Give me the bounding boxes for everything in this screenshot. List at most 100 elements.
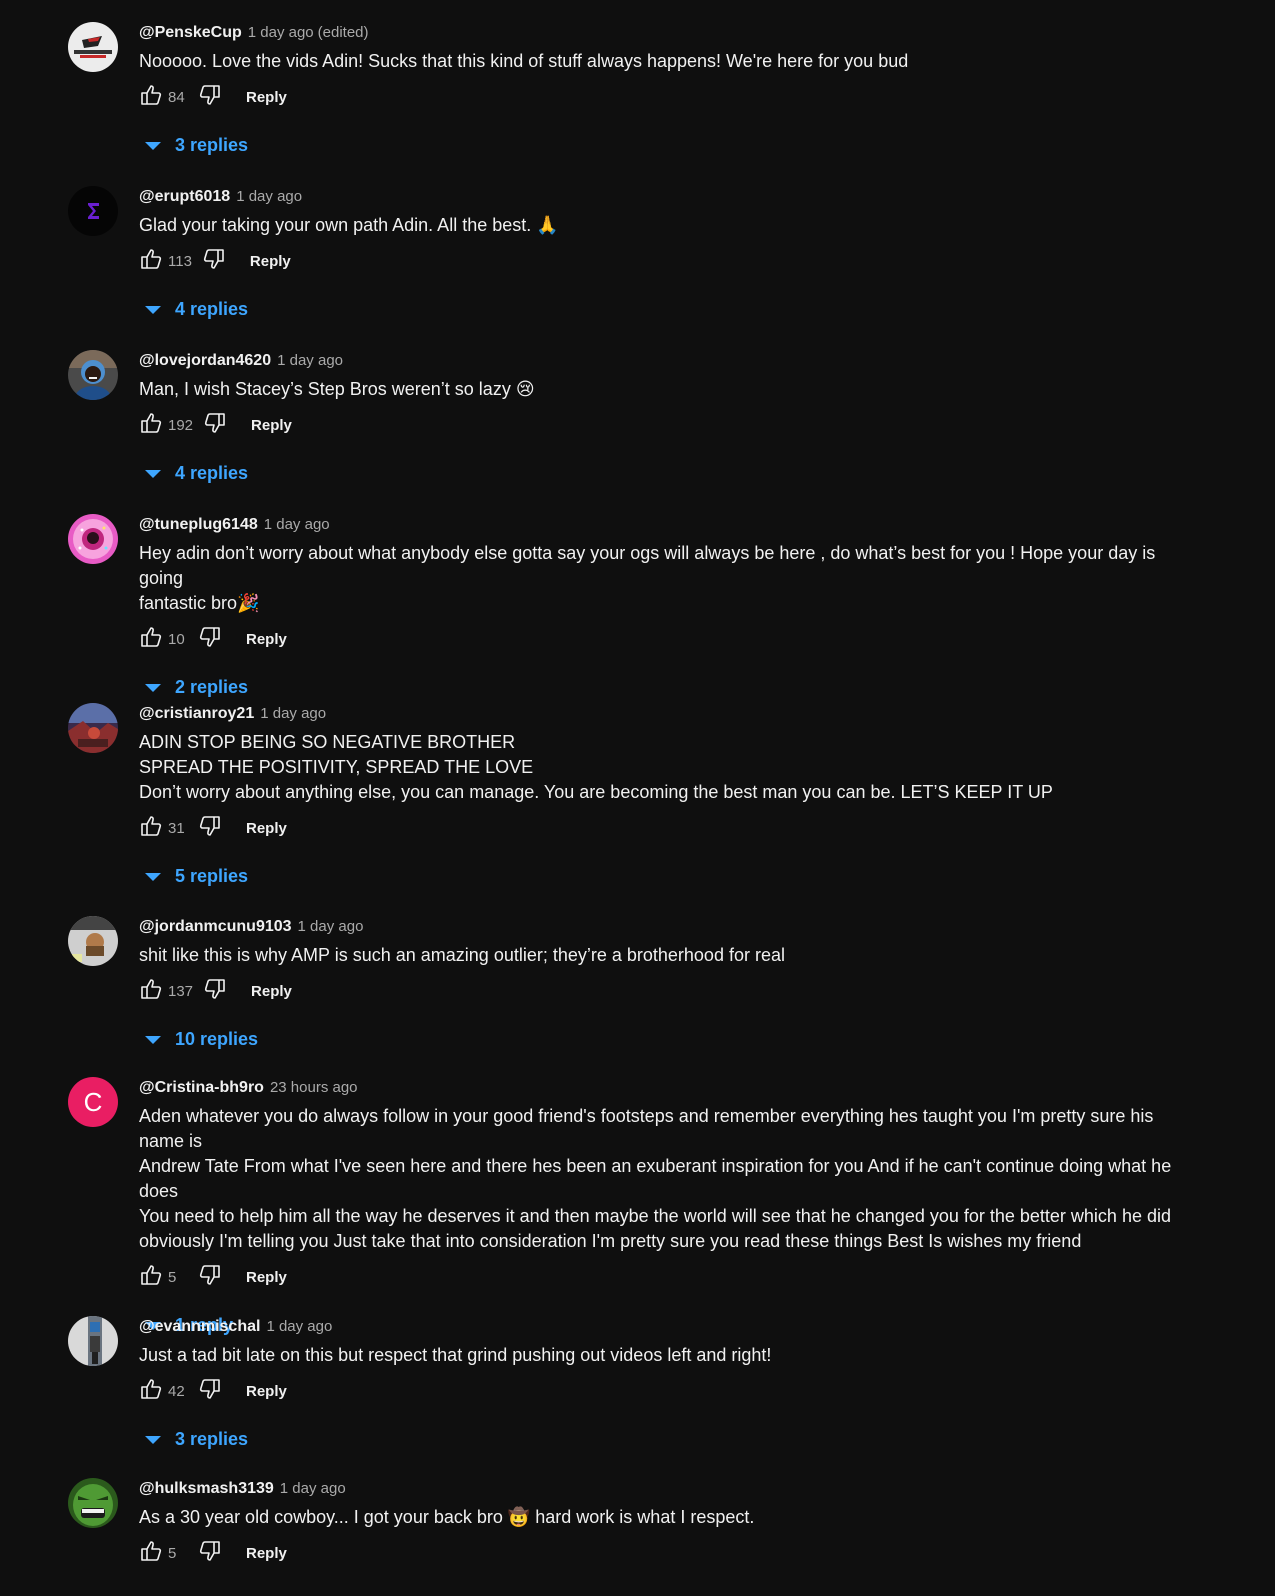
like-button[interactable] — [135, 623, 167, 655]
chevron-down-icon — [145, 1036, 161, 1044]
reply-button[interactable]: Reply — [246, 1539, 287, 1568]
dislike-button[interactable] — [194, 812, 226, 844]
reply-button[interactable]: Reply — [246, 625, 287, 654]
comment-header: @Cristina-bh9ro 23 hours ago — [139, 1077, 1199, 1099]
avatar[interactable] — [68, 350, 118, 400]
avatar[interactable] — [68, 186, 118, 236]
comment-timestamp[interactable]: 1 day ago — [277, 352, 343, 369]
comment-header: @hulksmash3139 1 day ago — [139, 1478, 1199, 1500]
dislike-button[interactable] — [194, 81, 226, 113]
dislike-button[interactable] — [199, 975, 231, 1007]
comment-timestamp[interactable]: 1 day ago — [260, 705, 326, 722]
reply-button[interactable]: Reply — [246, 1377, 287, 1406]
comment-author[interactable]: @tuneplug6148 — [139, 516, 258, 533]
view-replies-button[interactable]: 5 replies — [145, 862, 1199, 890]
thumbs-up-icon — [139, 411, 163, 440]
comment-timestamp[interactable]: 1 day ago — [280, 1480, 346, 1497]
replies-count-label: 4 replies — [175, 462, 249, 483]
comment-timestamp[interactable]: 1 day ago — [248, 24, 314, 41]
comment-timestamp[interactable]: 1 day ago — [266, 1318, 332, 1335]
thumbs-up-icon — [139, 247, 163, 276]
like-button[interactable] — [135, 1261, 167, 1293]
like-count: 84 — [168, 88, 185, 106]
view-replies-button[interactable]: 4 replies — [145, 295, 1199, 323]
view-replies-button[interactable]: 10 replies — [145, 1025, 1199, 1053]
comment-body: @lovejordan4620 1 day ago Man, I wish Stac… — [139, 350, 1199, 487]
like-button[interactable] — [135, 409, 167, 441]
reply-button[interactable]: Reply — [251, 977, 292, 1006]
comment-timestamp[interactable]: 1 day ago — [236, 188, 302, 205]
like-button[interactable] — [135, 245, 167, 277]
dislike-button[interactable] — [194, 1537, 226, 1569]
thumbs-up-icon — [139, 83, 163, 112]
comment-actions: 137 Reply — [135, 975, 1199, 1007]
like-button[interactable] — [135, 81, 167, 113]
reply-button[interactable]: Reply — [246, 814, 287, 843]
view-replies-button[interactable]: 2 replies — [145, 673, 1199, 701]
like-button[interactable] — [135, 1375, 167, 1407]
dislike-button[interactable] — [199, 409, 231, 441]
chevron-down-icon — [145, 873, 161, 881]
comment-text: Nooooo. Love the vids Adin! Sucks that t… — [139, 49, 1199, 74]
dislike-button[interactable] — [194, 623, 226, 655]
comment-author[interactable]: @hulksmash3139 — [139, 1480, 274, 1497]
thumbs-down-icon — [202, 247, 226, 276]
like-button[interactable] — [135, 1537, 167, 1569]
comment-actions: 42 Reply — [135, 1375, 1199, 1407]
comment-actions: 113 Reply — [135, 245, 1199, 277]
like-button[interactable] — [135, 975, 167, 1007]
comment-body: @PenskeCup 1 day ago (edited) Nooooo. Love … — [139, 22, 1199, 159]
comment-text-line: ADIN STOP BEING SO NEGATIVE BROTHER — [139, 732, 516, 752]
avatar[interactable] — [68, 1316, 118, 1366]
comment-text-line: Andrew Tate From what I've seen here and… — [139, 1156, 1177, 1201]
dislike-button[interactable] — [198, 245, 230, 277]
dislike-button[interactable] — [194, 1375, 226, 1407]
reply-button[interactable]: Reply — [246, 1263, 287, 1292]
comment-author[interactable]: @PenskeCup — [139, 24, 242, 41]
avatar[interactable] — [68, 514, 118, 564]
comment-text: Hey adin don’t worry about what anybody … — [139, 541, 1199, 616]
comment-author[interactable]: @cristianroy21 — [139, 705, 254, 722]
comment-author[interactable]: @lovejordan4620 — [139, 352, 271, 369]
avatar[interactable] — [68, 22, 118, 72]
like-count: 10 — [168, 630, 185, 648]
comment-timestamp[interactable]: 1 day ago — [298, 918, 364, 935]
comment-author[interactable]: @erupt6018 — [139, 188, 230, 205]
thumbs-up-icon — [139, 1263, 163, 1292]
comment-body: @hulksmash3139 1 day ago As a 30 year old … — [139, 1478, 1199, 1569]
avatar[interactable] — [68, 1478, 118, 1528]
comment-author[interactable]: @evannmischal — [139, 1318, 260, 1335]
view-replies-button[interactable]: 4 replies — [145, 459, 1199, 487]
view-replies-button[interactable]: 3 replies — [145, 1425, 1199, 1453]
comment-header: @jordanmcunu9103 1 day ago — [139, 916, 1199, 938]
comment-text: Aden whatever you do always follow in yo… — [139, 1104, 1199, 1254]
comment-text: shit like this is why AMP is such an ama… — [139, 943, 1199, 968]
comment-timestamp[interactable]: 1 day ago — [264, 516, 330, 533]
comment-text-line: Hey adin don’t worry about what anybody … — [139, 543, 1161, 588]
like-count: 5 — [168, 1544, 177, 1562]
like-button[interactable] — [135, 812, 167, 844]
replies-count-label: 3 replies — [175, 134, 249, 155]
replies-count-label: 2 replies — [175, 676, 249, 697]
comment-author[interactable]: @jordanmcunu9103 — [139, 918, 292, 935]
comment-text: ADIN STOP BEING SO NEGATIVE BROTHER SPREA… — [139, 730, 1199, 805]
comment-text-line: You need to help him all the way he dese… — [139, 1206, 1171, 1226]
like-count: 5 — [168, 1268, 177, 1286]
view-replies-button[interactable]: 3 replies — [145, 131, 1199, 159]
comment-header: @PenskeCup 1 day ago (edited) — [139, 22, 1199, 44]
reply-button[interactable]: Reply — [250, 247, 291, 276]
reply-button[interactable]: Reply — [251, 411, 292, 440]
comment-author[interactable]: @Cristina-bh9ro — [139, 1079, 264, 1096]
thumbs-down-icon — [203, 411, 227, 440]
comment-text-line: Don’t worry about anything else, you can… — [139, 782, 1053, 802]
comment-actions: 10 Reply — [135, 623, 1199, 655]
dislike-button[interactable] — [194, 1261, 226, 1293]
avatar[interactable] — [68, 916, 118, 966]
avatar[interactable]: C — [68, 1077, 118, 1127]
avatar[interactable] — [68, 703, 118, 753]
reply-button[interactable]: Reply — [246, 83, 287, 112]
comment-timestamp[interactable]: 23 hours ago — [270, 1079, 358, 1096]
comment-body: @erupt6018 1 day ago Glad your taking your… — [139, 186, 1199, 323]
thumbs-up-icon — [139, 977, 163, 1006]
comment-text: Man, I wish Stacey’s Step Bros weren’t s… — [139, 377, 1199, 402]
